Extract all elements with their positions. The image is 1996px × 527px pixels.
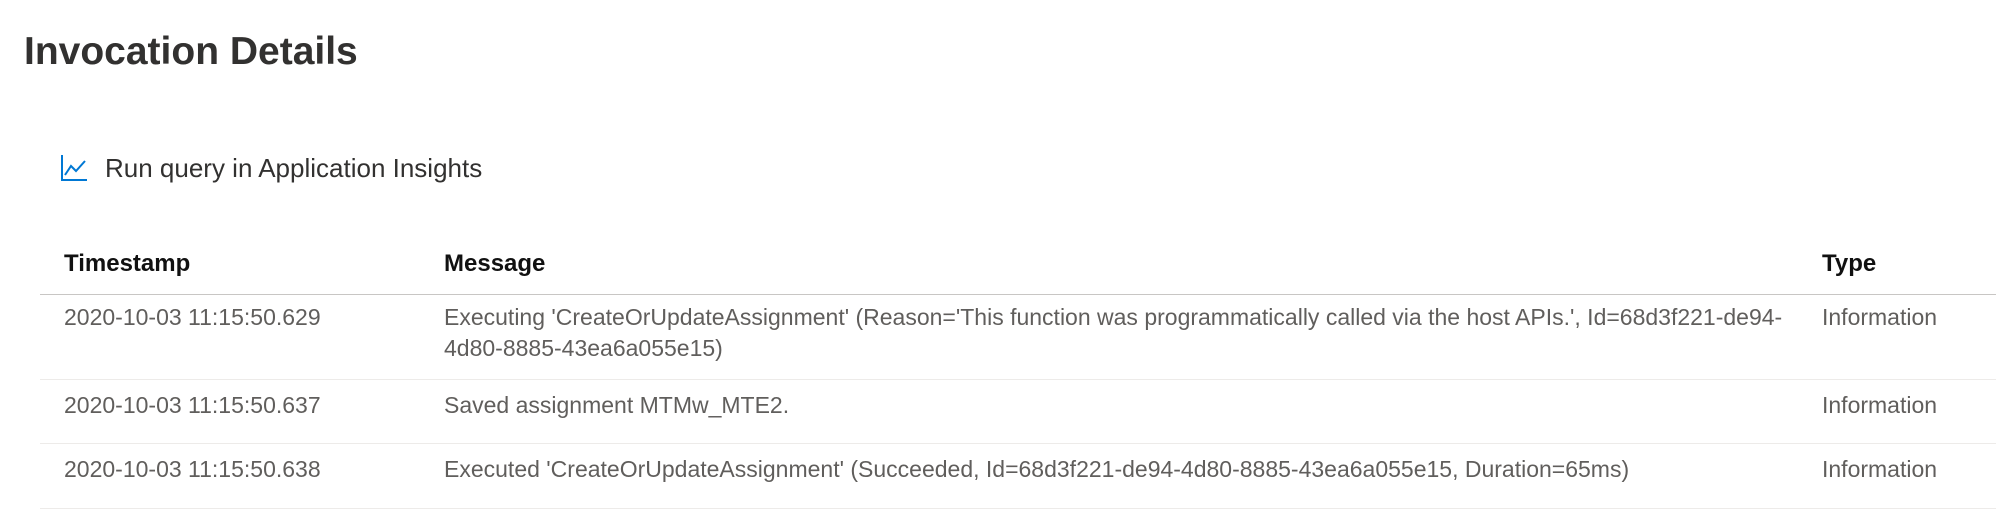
column-header-message[interactable]: Message [444, 234, 545, 294]
line-chart-icon [59, 153, 89, 183]
cell-type: Information [1822, 456, 1938, 482]
cell-timestamp: 2020-10-03 11:15:50.637 [64, 392, 321, 418]
run-query-label: Run query in Application Insights [105, 152, 483, 183]
table-row[interactable]: 2020-10-03 11:15:50.629 Executing 'Creat… [40, 295, 1996, 380]
table-header: Timestamp Message Type [40, 234, 1996, 295]
column-header-type[interactable]: Type [1822, 234, 1876, 294]
cell-timestamp: 2020-10-03 11:15:50.629 [64, 304, 321, 330]
run-query-button[interactable]: Run query in Application Insights [59, 148, 482, 188]
page-title: Invocation Details [24, 30, 358, 73]
cell-message: Executed 'CreateOrUpdateAssignment' (Suc… [444, 456, 1630, 482]
cell-timestamp: 2020-10-03 11:15:50.638 [64, 456, 321, 482]
cell-message: Executing 'CreateOrUpdateAssignment' (Re… [444, 304, 1783, 361]
table-row[interactable]: 2020-10-03 11:15:50.638 Executed 'Create… [40, 444, 1996, 509]
cell-message: Saved assignment MTMw_MTE2. [444, 392, 790, 418]
cell-type: Information [1822, 392, 1938, 418]
column-header-timestamp[interactable]: Timestamp [64, 234, 190, 294]
cell-type: Information [1822, 304, 1938, 330]
table-row[interactable]: 2020-10-03 11:15:50.637 Saved assignment… [40, 380, 1996, 444]
invocation-log-table: Timestamp Message Type 2020-10-03 11:15:… [40, 234, 1996, 509]
